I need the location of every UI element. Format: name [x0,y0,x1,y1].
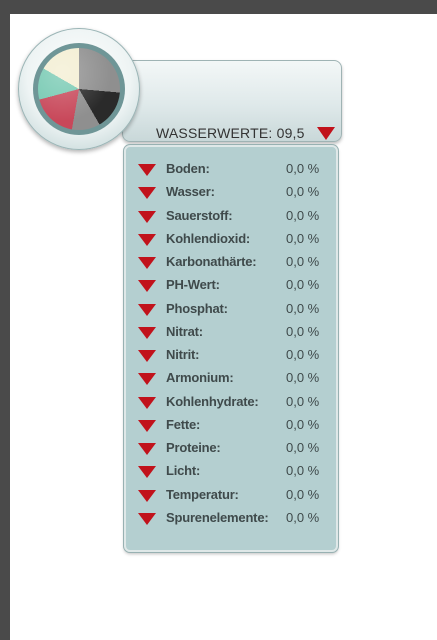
list-item[interactable]: PH-Wert: 0,0 % [126,277,336,300]
parameter-label: Boden: [166,161,210,176]
water-gauge [18,28,140,150]
parameter-value: 0,0 % [286,230,320,246]
parameter-value: 0,0 % [286,347,320,362]
parameter-value: 0,0 % [286,370,320,386]
triangle-down-icon[interactable] [138,257,156,269]
triangle-down-icon[interactable] [138,419,156,432]
triangle-down-icon[interactable] [138,443,156,455]
parameter-label: Kohlendioxid: [166,230,251,246]
parameter-value: 0,0 % [286,509,320,525]
list-item[interactable]: Licht: 0,0 % [126,463,336,486]
parameter-label: Kohlenhydrate: [166,393,259,409]
triangle-down-icon[interactable] [138,303,156,316]
triangle-down-icon[interactable] [138,512,156,525]
parameter-label: Spurenelemente: [166,509,269,525]
parameter-label: Karbonathärte: [166,254,257,269]
pie-chart-icon [38,48,120,130]
list-item[interactable]: Nitrat: 0,0 % [126,324,336,347]
parameter-value: 0,0 % [286,277,320,293]
canvas: WASSERWERTE: 09,5 Boden: 0,0 % Wasser: 0,0 … [10,14,437,640]
parameter-value: 0,0 % [286,416,320,432]
list-item[interactable]: Kohlenhydrate: 0,0 % [126,394,336,417]
parameter-value: 0,0 % [286,300,320,316]
list-item[interactable]: Spurenelemente: 0,0 % [126,510,336,533]
parameter-value: 0,0 % [286,463,320,479]
list-item[interactable]: Wasser: 0,0 % [126,184,336,207]
triangle-down-icon[interactable] [138,489,156,502]
parameter-label: Proteine: [166,440,221,455]
parameter-value: 0,0 % [286,393,320,409]
parameter-label: Nitrat: [166,323,203,339]
list-item[interactable]: Boden: 0,0 % [126,161,336,184]
parameter-value: 0,0 % [286,184,320,200]
parameter-value: 0,0 % [286,207,320,223]
triangle-down-icon[interactable] [138,187,156,200]
triangle-down-icon[interactable] [138,396,156,409]
triangle-down-icon[interactable] [138,280,156,293]
list-item[interactable]: Armonium: 0,0 % [126,370,336,393]
water-values-panel: Boden: 0,0 % Wasser: 0,0 % Sauerstoff: 0,0 % K… [124,145,338,552]
triangle-down-icon[interactable] [138,233,156,246]
parameter-label: Armonium: [166,370,234,386]
parameter-label: Phosphat: [166,300,228,316]
triangle-down-icon[interactable] [138,466,156,479]
parameter-label: Temperatur: [166,486,239,502]
parameter-label: Licht: [166,463,201,479]
parameter-label: Sauerstoff: [166,207,233,223]
water-values-title: WASSERWERTE: 09,5 [156,125,305,141]
parameter-value: 0,0 % [286,440,320,455]
list-item[interactable]: Kohlendioxid: 0,0 % [126,231,336,254]
list-item[interactable]: Phosphat: 0,0 % [126,301,336,324]
triangle-down-icon[interactable] [138,350,156,362]
parameter-label: Wasser: [166,184,215,200]
list-item[interactable]: Fette: 0,0 % [126,417,336,440]
list-item[interactable]: Temperatur: 0,0 % [126,487,336,510]
list-item[interactable]: Sauerstoff: 0,0 % [126,208,336,231]
triangle-down-icon[interactable] [138,164,156,176]
list-item[interactable]: Proteine: 0,0 % [126,440,336,463]
triangle-down-icon[interactable] [138,326,156,339]
triangle-down-icon[interactable] [138,373,156,386]
parameter-label: PH-Wert: [166,277,220,293]
triangle-down-icon[interactable] [317,127,335,140]
parameter-value: 0,0 % [286,323,320,339]
parameter-value: 0,0 % [286,486,320,502]
parameter-label: Fette: [166,416,201,432]
parameter-label: Nitrit: [166,347,200,362]
list-item[interactable]: Nitrit: 0,0 % [126,347,336,370]
list-item[interactable]: Karbonathärte: 0,0 % [126,254,336,277]
triangle-down-icon[interactable] [138,210,156,223]
parameter-value: 0,0 % [286,254,320,269]
parameter-value: 0,0 % [286,161,320,176]
